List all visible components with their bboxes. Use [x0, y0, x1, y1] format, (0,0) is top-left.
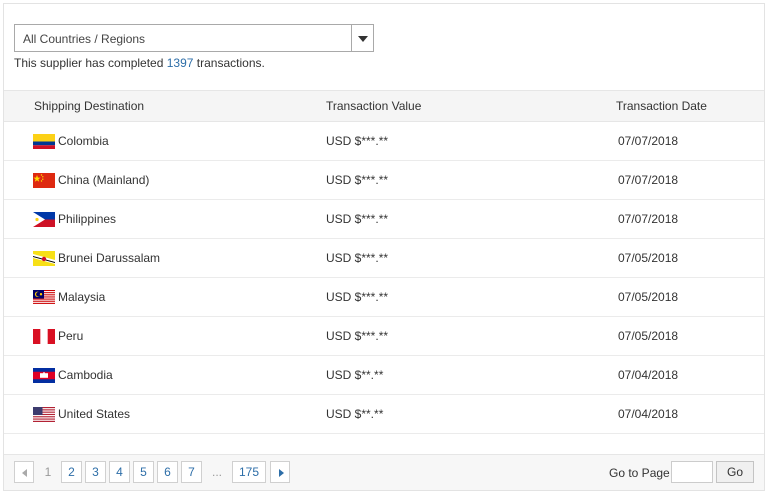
cambodia-flag-icon	[33, 368, 55, 383]
page-3-link[interactable]: 3	[85, 461, 106, 483]
next-page-button[interactable]	[270, 461, 290, 483]
row-country: Colombia	[58, 134, 109, 148]
table-row: United States USD $**.** 07/04/2018	[4, 395, 764, 434]
transaction-summary: This supplier has completed 1397 transac…	[14, 56, 265, 70]
go-to-page-input[interactable]	[671, 461, 713, 483]
row-date: 07/04/2018	[618, 407, 679, 421]
row-country: Malaysia	[58, 290, 106, 304]
row-value: USD $**.**	[326, 368, 384, 382]
page-4-link[interactable]: 4	[109, 461, 130, 483]
table-row: China (Mainland) USD $***.** 07/07/2018	[4, 161, 764, 200]
table-row: Malaysia USD $***.** 07/05/2018	[4, 278, 764, 317]
row-value: USD $***.**	[326, 134, 389, 148]
chevron-left-icon	[22, 469, 27, 477]
row-date: 07/05/2018	[618, 251, 679, 265]
country-filter-select[interactable]: All Countries / Regions	[14, 24, 374, 52]
row-date: 07/04/2018	[618, 368, 679, 382]
pagination-ellipsis: ...	[211, 465, 222, 479]
brunei-flag-icon	[33, 251, 55, 266]
row-country: Brunei Darussalam	[58, 251, 161, 265]
row-country: Cambodia	[58, 368, 113, 382]
page-175-link[interactable]: 175	[232, 461, 266, 483]
country-filter-value: All Countries / Regions	[23, 32, 146, 46]
malaysia-flag-icon	[33, 290, 55, 305]
table-row: Colombia USD $***.** 07/07/2018	[4, 122, 764, 161]
row-date: 07/05/2018	[618, 329, 679, 343]
row-value: USD $***.**	[326, 173, 389, 187]
table-header: Shipping Destination Transaction Value T…	[4, 90, 764, 122]
table-row: Peru USD $***.** 07/05/2018	[4, 317, 764, 356]
row-value: USD $***.**	[326, 251, 389, 265]
transaction-count: 1397	[166, 56, 194, 70]
chevron-down-icon	[358, 36, 368, 42]
summary-prefix: This supplier has completed	[14, 56, 167, 70]
row-value: USD $**.**	[326, 407, 384, 421]
table-row: Cambodia USD $**.** 07/04/2018	[4, 356, 764, 395]
table-row: Brunei Darussalam USD $***.** 07/05/2018	[4, 239, 764, 278]
transactions-panel: All Countries / Regions This supplier ha…	[3, 3, 765, 491]
prev-page-button[interactable]	[14, 461, 34, 483]
row-date: 07/05/2018	[618, 290, 679, 304]
page-2-link[interactable]: 2	[61, 461, 82, 483]
row-value: USD $***.**	[326, 212, 389, 226]
row-country: United States	[58, 407, 131, 421]
row-date: 07/07/2018	[618, 212, 679, 226]
row-value: USD $***.**	[326, 329, 389, 343]
table-row: Philippines USD $***.** 07/07/2018	[4, 200, 764, 239]
row-date: 07/07/2018	[618, 134, 679, 148]
row-value: USD $***.**	[326, 290, 389, 304]
header-transaction-date: Transaction Date	[616, 99, 707, 113]
china-flag-icon	[33, 173, 55, 188]
usa-flag-icon	[33, 407, 55, 422]
page-5-link[interactable]: 5	[133, 461, 154, 483]
row-country: Philippines	[58, 212, 117, 226]
chevron-right-icon	[279, 469, 284, 477]
header-shipping-destination: Shipping Destination	[34, 99, 145, 113]
go-to-page-label: Go to Page	[609, 466, 670, 480]
row-country: Peru	[58, 329, 84, 343]
transaction-rows: Colombia USD $***.** 07/07/2018 China (M…	[4, 122, 764, 434]
summary-suffix: transactions.	[193, 56, 265, 70]
row-country: China (Mainland)	[58, 173, 150, 187]
peru-flag-icon	[33, 329, 55, 344]
colombia-flag-icon	[33, 134, 55, 149]
page-1-current: 1	[44, 465, 52, 479]
page-6-link[interactable]: 6	[157, 461, 178, 483]
header-transaction-value: Transaction Value	[326, 99, 422, 113]
dropdown-arrow-button[interactable]	[351, 25, 373, 51]
row-date: 07/07/2018	[618, 173, 679, 187]
pagination-bar: 1 2 3 4 5 6 7 ... 175 Go to Page Go	[4, 454, 764, 490]
go-button[interactable]: Go	[716, 461, 754, 483]
philippines-flag-icon	[33, 212, 55, 227]
page-7-link[interactable]: 7	[181, 461, 202, 483]
